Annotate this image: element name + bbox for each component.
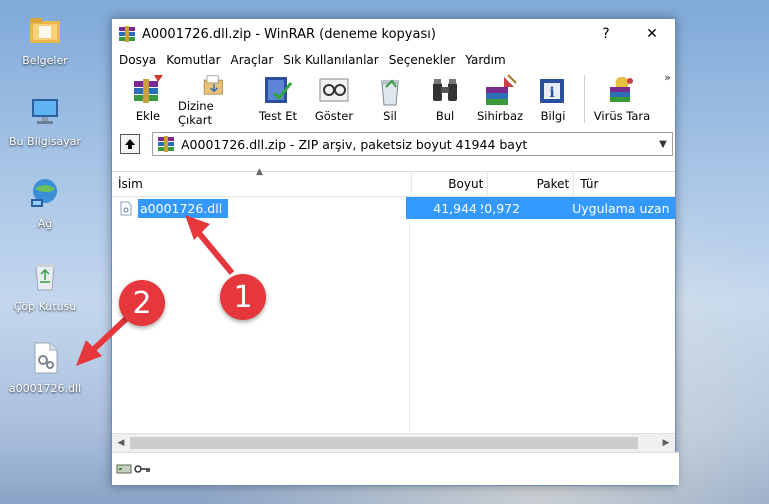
svg-text:i: i (549, 85, 554, 101)
desktop-icon-documents[interactable]: Belgeler (5, 12, 85, 67)
dll-file-icon (120, 201, 132, 215)
find-icon (433, 79, 457, 101)
desktop-icon-network[interactable]: Ağ (5, 175, 85, 230)
tool-label: Ekle (135, 109, 161, 123)
winrar-window: A0001726.dll.zip - WinRAR (deneme kopyas… (111, 18, 679, 486)
find-button[interactable]: Bul (418, 71, 472, 127)
status-bar (112, 452, 679, 485)
column-name-label: İsim (118, 177, 143, 191)
view-button[interactable]: Göster (306, 71, 362, 127)
callout-badge-1: 1 (220, 274, 266, 320)
column-size[interactable]: Boyut (412, 172, 489, 196)
column-packed[interactable]: Paket (488, 172, 575, 196)
virus-scan-button[interactable]: Virüs Tara (591, 71, 653, 127)
zip-archive-icon (158, 136, 174, 152)
file-row[interactable]: a0001726.dll 41,944 20,972 Uygulama uzan (112, 197, 675, 219)
dll-file-icon (34, 342, 58, 374)
test-icon (265, 77, 293, 103)
computer-icon (32, 99, 58, 124)
file-packed-cell: 20,972 (481, 197, 567, 219)
column-type-label: Tür (580, 177, 599, 191)
close-button[interactable]: ✕ (629, 19, 675, 49)
column-size-label: Boyut (448, 177, 484, 191)
menu-bar: Dosya Komutlar Araçlar Sık Kullanılanlar… (112, 49, 675, 71)
winrar-app-icon (119, 26, 135, 42)
up-arrow-icon (125, 139, 135, 149)
window-title: A0001726.dll.zip - WinRAR (deneme kopyas… (142, 26, 436, 42)
column-header-row: ▲ İsim Boyut Paket Tür (112, 167, 675, 197)
toolbar-overflow-chevron[interactable]: » (664, 71, 671, 84)
desktop-icon-recycle-bin[interactable]: Çöp Kutusu (5, 258, 85, 313)
tool-label: Test Et (258, 109, 298, 123)
file-list: ▲ İsim Boyut Paket Tür a0001726.dll 41,9… (112, 167, 675, 452)
horizontal-scrollbar[interactable]: ◀ ▶ (112, 433, 675, 452)
desktop-icon-label: a0001726.dll (8, 382, 82, 395)
menu-commands[interactable]: Komutlar (161, 53, 225, 67)
menu-tools[interactable]: Araçlar (226, 53, 279, 67)
callout-badge-2: 2 (119, 280, 165, 326)
chevron-down-icon[interactable]: ▼ (654, 139, 672, 150)
tool-label: Sil (383, 109, 397, 123)
help-button[interactable]: ? (583, 19, 629, 49)
tool-label: Dizine Çıkart (178, 99, 214, 127)
recycle-bin-icon (35, 264, 55, 291)
extract-to-icon (203, 75, 223, 95)
title-bar[interactable]: A0001726.dll.zip - WinRAR (deneme kopyas… (112, 19, 675, 49)
tool-label: Bul (435, 109, 455, 123)
virus-scan-icon (610, 77, 633, 102)
wizard-button[interactable]: Sihirbaz (472, 71, 528, 127)
column-divider (409, 196, 410, 432)
path-dropdown[interactable]: A0001726.dll.zip - ZIP arşiv, paketsiz b… (152, 132, 673, 156)
key-icon (134, 465, 150, 473)
path-bar: A0001726.dll.zip - ZIP arşiv, paketsiz b… (112, 131, 675, 157)
up-folder-button[interactable] (120, 134, 140, 154)
drive-icon (116, 464, 132, 474)
scroll-right-arrow-icon[interactable]: ▶ (657, 434, 675, 452)
menu-favorites[interactable]: Sık Kullanılanlar (278, 53, 383, 67)
file-size-cell: 41,944 (405, 197, 482, 219)
menu-file[interactable]: Dosya (114, 53, 161, 67)
tool-label: Virüs Tara (593, 109, 651, 123)
file-type: Uygulama uzan (572, 200, 670, 216)
desktop-icon-label: Ağ (37, 217, 53, 230)
add-archive-icon (134, 75, 163, 103)
file-packed: 20,972 (481, 200, 521, 216)
file-type-cell: Uygulama uzan (566, 197, 675, 219)
menu-help[interactable]: Yardım (460, 53, 510, 67)
desktop-icon-this-pc[interactable]: Bu Bilgisayar (5, 93, 85, 148)
desktop-icon-label: Çöp Kutusu (13, 300, 77, 313)
extract-to-button[interactable]: Dizine Çıkart (178, 71, 250, 127)
column-packed-label: Paket (536, 177, 570, 191)
menu-options[interactable]: Seçenekler (384, 53, 461, 67)
path-text: A0001726.dll.zip - ZIP arşiv, paketsiz b… (181, 136, 528, 152)
info-icon: i (540, 79, 564, 103)
folder-icon (30, 18, 60, 43)
delete-icon (381, 79, 399, 106)
test-button[interactable]: Test Et (250, 71, 306, 127)
scroll-left-arrow-icon[interactable]: ◀ (112, 434, 130, 452)
file-name-cell[interactable]: a0001726.dll (112, 197, 406, 219)
desktop-icon-label: Belgeler (22, 54, 68, 67)
scroll-thumb[interactable] (130, 437, 638, 449)
file-size: 41,944 (433, 200, 478, 216)
toolbar-separator (584, 75, 585, 123)
column-type[interactable]: Tür (574, 172, 675, 196)
tool-label: Göster (314, 109, 354, 123)
network-icon (31, 179, 57, 207)
add-button[interactable]: Ekle (118, 71, 178, 127)
delete-button[interactable]: Sil (362, 71, 418, 127)
desktop-icon-dll-file[interactable]: a0001726.dll (5, 340, 85, 395)
tool-label: Sihirbaz (476, 109, 524, 123)
toolbar: Ekle Dizine Çıkart Test Et Göster Sil Bu… (112, 71, 675, 127)
view-icon (319, 78, 349, 102)
info-button[interactable]: i Bilgi (528, 71, 578, 127)
tool-label: Bilgi (540, 109, 566, 123)
desktop-icon-label: Bu Bilgisayar (9, 135, 81, 148)
sort-caret-icon: ▲ (256, 167, 263, 177)
file-name: a0001726.dll (138, 198, 229, 218)
column-name[interactable]: ▲ İsim (112, 167, 413, 196)
wizard-icon (486, 74, 517, 105)
